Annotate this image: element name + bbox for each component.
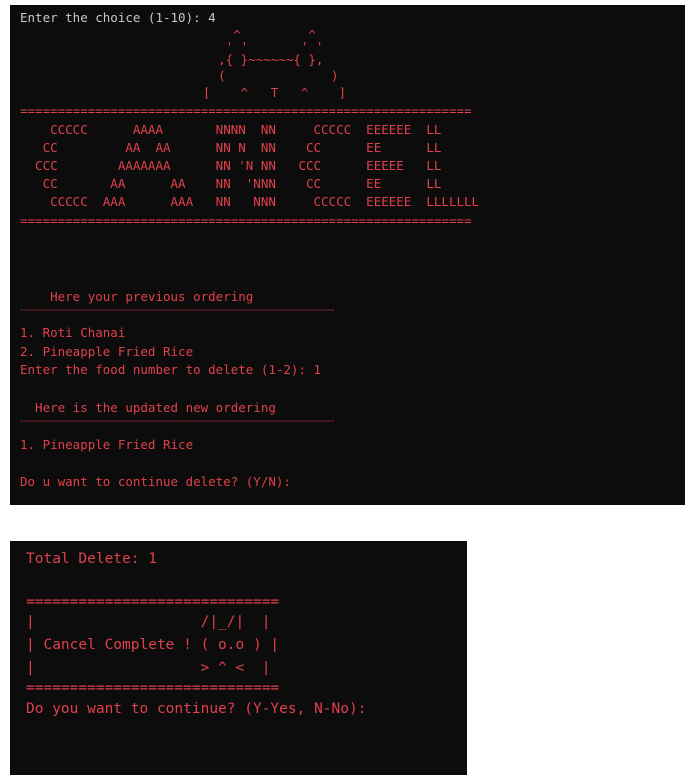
separator-bottom: ========================================… [20,213,472,228]
banner-line: CCCCC AAA AAA NN NNN CCCCC EEEEEE LLLLLL… [20,194,480,209]
box-line-cancel-complete: | Cancel Complete ! ( o.o ) | [26,637,280,653]
separator-top: ============================= [26,594,280,610]
total-delete-text: Total Delete: 1 [26,551,157,567]
separator-bottom: ============================= [26,680,280,696]
banner-line: CC AA AA NN 'NNN CC EE LL [20,176,442,191]
updated-order-item: 1. Pineapple Fried Rice [20,437,194,452]
cat-art-line: ( ) [188,68,339,83]
tilde-divider: ~~~~~~~~~~~~~~~~~~~~~~~~~~~~~~~~~~~~~~~~… [20,418,335,425]
continue-prompt: Do you want to continue? (Y-Yes, N-No): [26,701,367,717]
box-line: | > ^ < | [26,660,271,676]
box-line: | /|_/| | [26,614,271,630]
previous-order-item: 2. Pineapple Fried Rice [20,344,194,359]
previous-ordering-heading: Here your previous ordering [20,289,254,304]
banner-line: CC AA AA NN N NN CC EE LL [20,140,442,155]
delete-number-prompt: Enter the food number to delete (1-2): 1 [20,362,322,377]
continue-delete-prompt: Do u want to continue delete? (Y/N): [20,474,291,489]
banner-line: CCC AAAAAAA NN 'N NN CCC EEEEE LL [20,158,442,173]
separator-top: ========================================… [20,103,472,118]
terminal-window-top: Enter the choice (1-10): 4 ^ ^ ' ' ' ' ,… [10,5,685,505]
cat-art-line: ,{ }~~~~~~{ }, [188,52,324,67]
tilde-divider: ~~~~~~~~~~~~~~~~~~~~~~~~~~~~~~~~~~~~~~~~… [20,307,335,314]
previous-order-item: 1. Roti Chanai [20,325,126,340]
choice-prompt: Enter the choice (1-10): 4 [20,10,216,25]
terminal-window-bottom: Total Delete: 1 ========================… [10,541,467,775]
banner-line: CCCCC AAAA NNNN NN CCCCC EEEEEE LL [20,122,442,137]
cat-art-line: [ ^ T ^ ] [188,85,347,100]
updated-ordering-heading: Here is the updated new ordering [20,400,276,415]
